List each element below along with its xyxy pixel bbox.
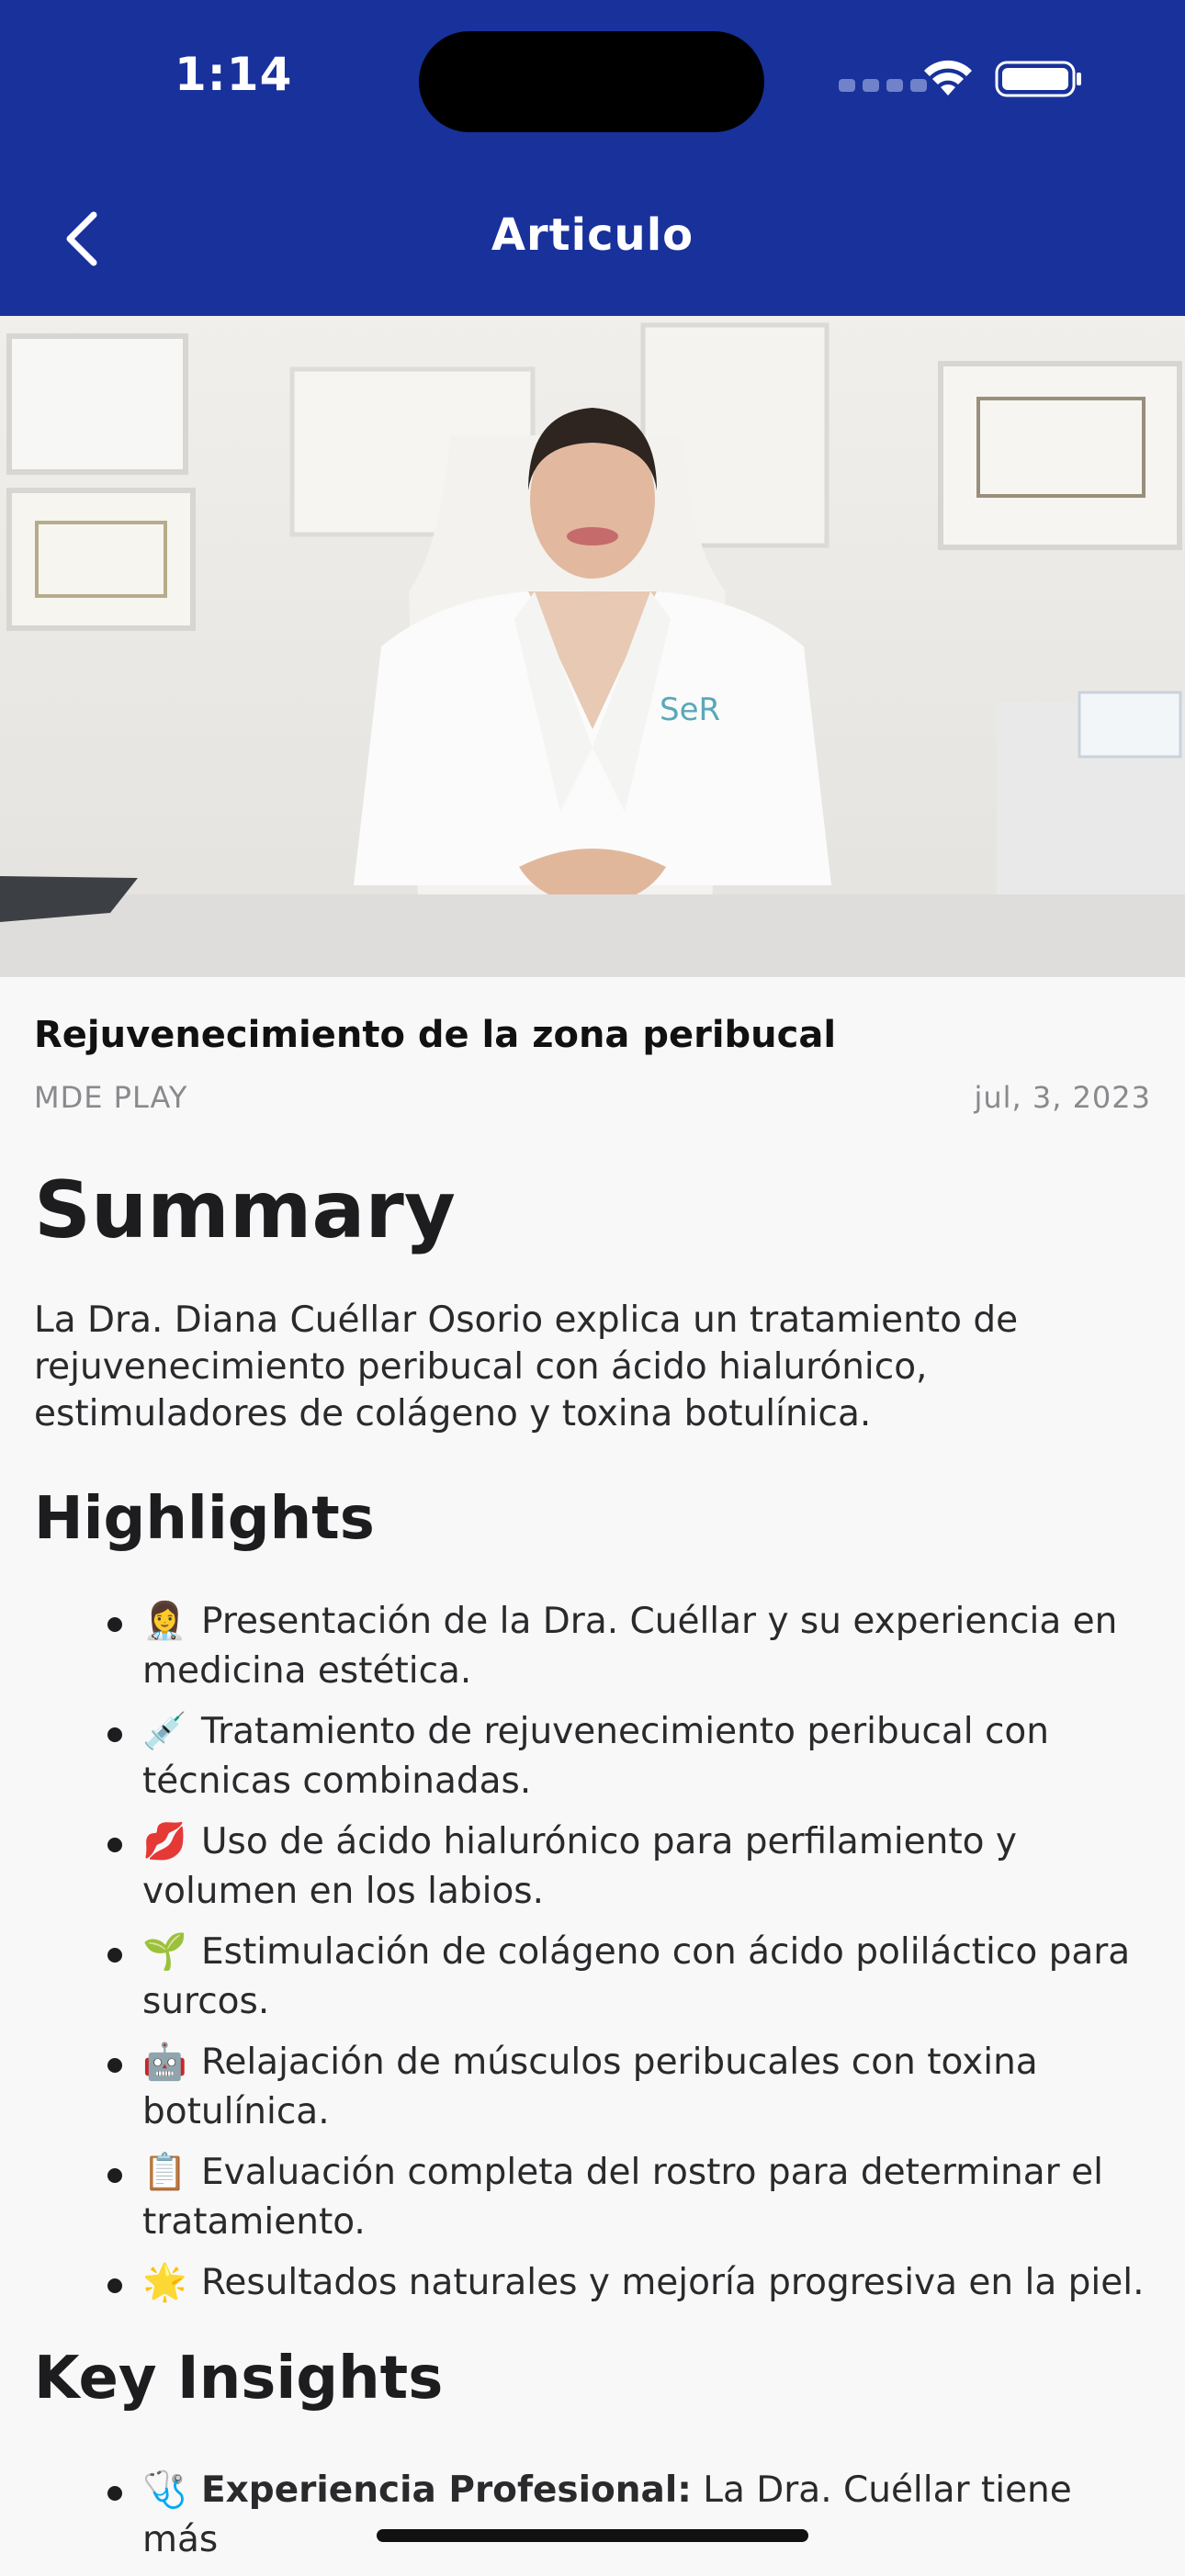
syringe-emoji-icon: 💉: [142, 1711, 187, 1752]
article-date: jul, 3, 2023: [974, 1080, 1151, 1115]
key-insights-heading: Key Insights: [34, 2345, 444, 2413]
key-insights-list: 🩺 Experiencia Profesional: La Dra. Cuélla…: [34, 2466, 1151, 2565]
app-header: 1:14 Articulo: [0, 0, 1185, 316]
seedling-emoji-icon: 🌱: [142, 1931, 187, 1973]
highlights-heading: Highlights: [34, 1485, 375, 1553]
article-source: MDE PLAY: [34, 1080, 188, 1115]
health-worker-emoji-icon: 👩‍⚕️: [142, 1601, 187, 1642]
battery-icon: [995, 61, 1081, 97]
cellular-signal-icon: [839, 79, 927, 92]
list-item-text: Tratamiento de rejuvenecimiento peribuca…: [142, 1711, 1050, 1802]
highlights-list: 👩‍⚕️ Presentación de la Dra. Cuéllar y su…: [34, 1597, 1151, 2308]
doctor-video-thumbnail: SeR: [0, 316, 1185, 977]
summary-heading: Summary: [34, 1164, 456, 1256]
clipboard-emoji-icon: 📋: [142, 2152, 187, 2193]
stethoscope-emoji-icon: 🩺: [142, 2469, 187, 2511]
list-item: 💉 Tratamiento de rejuvenecimiento peribuc…: [107, 1707, 1151, 1806]
lips-emoji-icon: 💋: [142, 1821, 187, 1862]
insight-label: Experiencia Profesional:: [201, 2469, 692, 2511]
page-title: Articulo: [491, 209, 694, 261]
article-hero-image[interactable]: SeR: [0, 316, 1185, 977]
list-item-text: Evaluación completa del rostro para dete…: [142, 2152, 1103, 2243]
list-item-text: Presentación de la Dra. Cuéllar y su exp…: [142, 1601, 1118, 1692]
list-item-text: Relajación de músculos peribucales con t…: [142, 2042, 1038, 2132]
wifi-icon: [924, 60, 972, 96]
article-title: Rejuvenecimiento de la zona peribucal: [34, 1014, 837, 1056]
home-indicator[interactable]: [377, 2529, 808, 2542]
status-time: 1:14: [175, 48, 293, 101]
list-item: 🌟 Resultados naturales y mejoría progresi…: [107, 2258, 1151, 2308]
list-item: 🩺 Experiencia Profesional: La Dra. Cuélla…: [107, 2466, 1151, 2565]
svg-text:SeR: SeR: [660, 692, 720, 728]
list-item: 📋 Evaluación completa del rostro para det…: [107, 2148, 1151, 2247]
summary-text: La Dra. Diana Cuéllar Osorio explica un …: [34, 1299, 1019, 1434]
star-emoji-icon: 🌟: [142, 2262, 187, 2303]
list-item: 💋 Uso de ácido hialurónico para perfilami…: [107, 1817, 1151, 1917]
list-item: 🤖 Relajación de músculos peribucales con …: [107, 2038, 1151, 2137]
robot-emoji-icon: 🤖: [142, 2042, 187, 2083]
article-meta: MDE PLAY jul, 3, 2023: [34, 1080, 1151, 1115]
list-item-text: Uso de ácido hialurónico para perfilamie…: [142, 1821, 1017, 1912]
dynamic-island: [419, 31, 764, 132]
article-content: Rejuvenecimiento de la zona peribucal MD…: [34, 977, 1151, 2576]
list-item: 👩‍⚕️ Presentación de la Dra. Cuéllar y su…: [107, 1597, 1151, 1696]
list-item: 🌱 Estimulación de colágeno con ácido poli…: [107, 1928, 1151, 2027]
list-item-text: Estimulación de colágeno con ácido polil…: [142, 1931, 1131, 2022]
list-item-text: Resultados naturales y mejoría progresiv…: [201, 2262, 1145, 2303]
